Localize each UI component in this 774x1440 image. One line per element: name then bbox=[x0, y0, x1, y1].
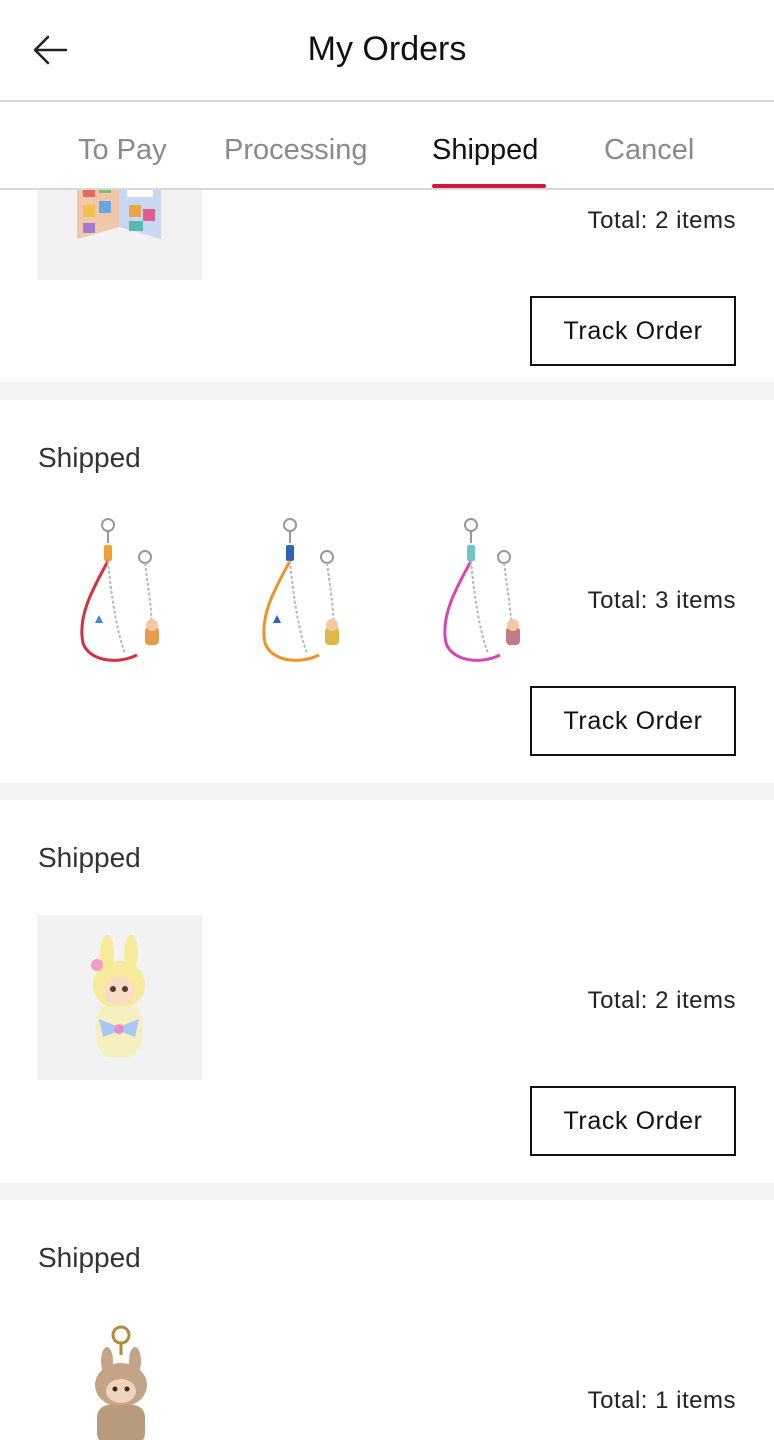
top-bar: My Orders bbox=[0, 0, 774, 102]
order-card: Shipped Total: 3 items Track Order bbox=[0, 400, 774, 783]
order-card: Shipped Total: 2 items Track Order bbox=[0, 800, 774, 1183]
tab-processing[interactable]: Processing bbox=[224, 134, 367, 167]
pink-bag-strap-charm-image bbox=[443, 518, 520, 662]
order-total: Total: 2 items bbox=[587, 207, 736, 234]
tab-to-pay[interactable]: To Pay bbox=[78, 134, 167, 167]
yellow-bunny-figure-image bbox=[91, 935, 145, 1057]
order-status: Shipped bbox=[38, 1242, 141, 1273]
order-total: Total: 2 items bbox=[587, 987, 736, 1014]
order-status: Shipped bbox=[38, 442, 141, 473]
tab-shipped[interactable]: Shipped bbox=[432, 134, 538, 167]
order-status: Shipped bbox=[38, 842, 141, 873]
track-order-button[interactable]: Track Order bbox=[530, 1086, 736, 1156]
product-thumbnail[interactable] bbox=[219, 515, 384, 680]
tab-cancel[interactable]: Cancel bbox=[604, 134, 694, 167]
plush-keychain-image bbox=[95, 1325, 147, 1440]
product-thumbnail[interactable] bbox=[37, 190, 202, 280]
order-card: Total: 2 items Track Order bbox=[0, 190, 774, 382]
red-bag-strap-charm-image bbox=[80, 518, 159, 662]
product-thumbnail[interactable] bbox=[37, 515, 202, 680]
product-thumbnail[interactable] bbox=[37, 1325, 202, 1440]
product-thumbnail[interactable] bbox=[37, 915, 202, 1080]
page-title: My Orders bbox=[307, 30, 467, 68]
order-total: Total: 1 items bbox=[587, 1387, 736, 1414]
product-thumbnail[interactable] bbox=[400, 515, 565, 680]
order-list[interactable]: Total: 2 items Track Order Shipped Total… bbox=[0, 190, 774, 1440]
track-order-button[interactable]: Track Order bbox=[530, 296, 736, 366]
track-order-button[interactable]: Track Order bbox=[530, 686, 736, 756]
order-total: Total: 3 items bbox=[587, 587, 736, 614]
order-status-tabs: To Pay Processing Shipped Cancel bbox=[0, 102, 774, 190]
blind-box-package-image bbox=[77, 190, 161, 239]
order-card: Shipped Total: 1 items bbox=[0, 1200, 774, 1440]
orange-bag-strap-charm-image bbox=[262, 518, 339, 662]
active-tab-indicator bbox=[432, 184, 546, 188]
